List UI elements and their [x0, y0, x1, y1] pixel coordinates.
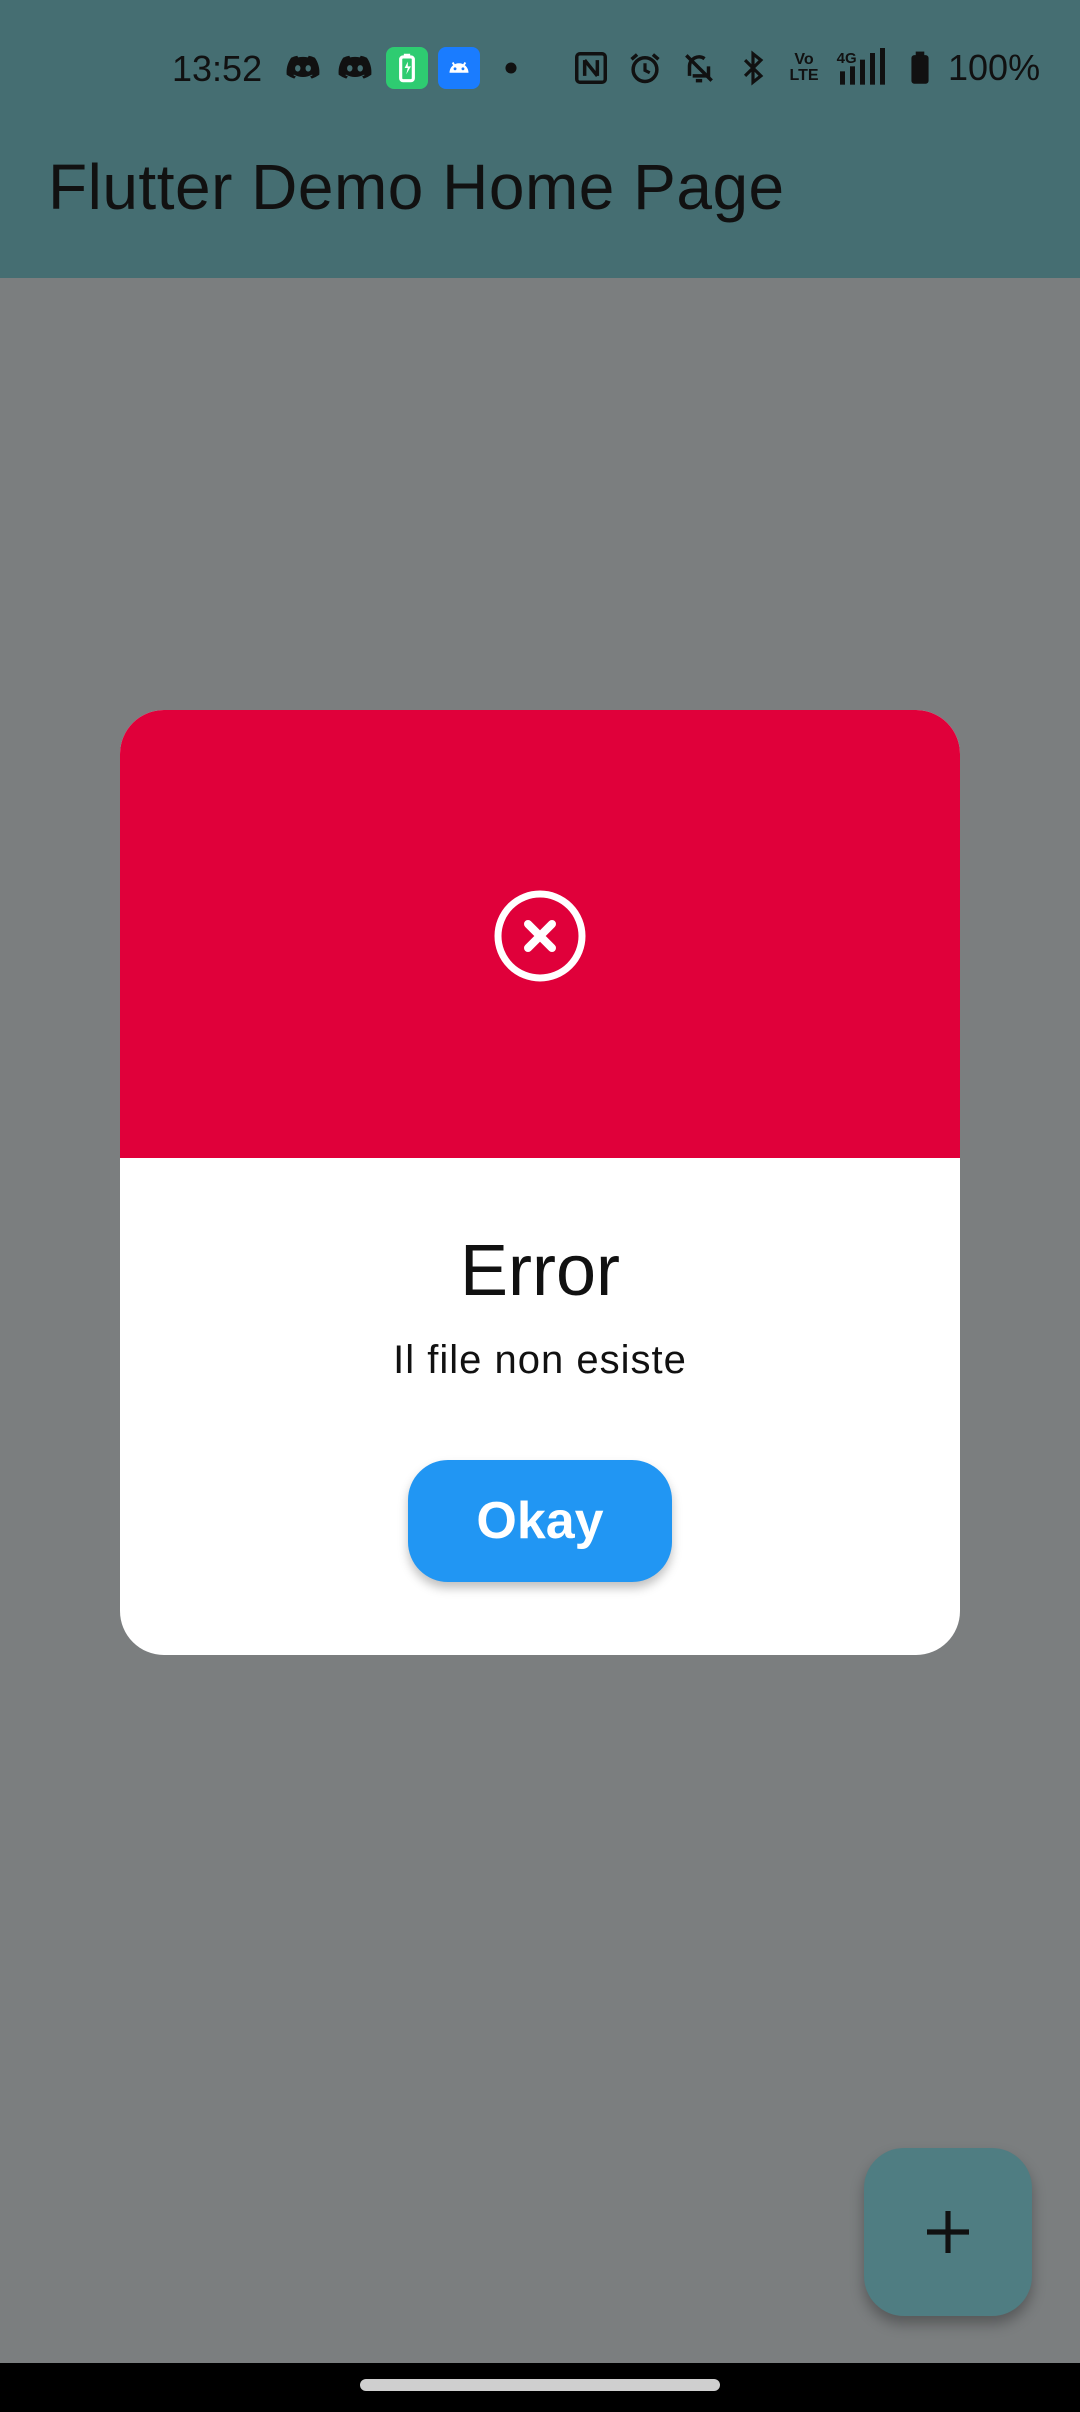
status-bar: 13:52 Vo LTE 4G 100% — [0, 0, 1080, 138]
alarm-icon — [624, 47, 666, 89]
home-gesture-handle[interactable] — [360, 2379, 720, 2391]
bell-off-icon — [678, 47, 720, 89]
dot-icon — [490, 47, 532, 89]
bluetooth-icon — [732, 47, 774, 89]
status-time: 13:52 — [172, 48, 263, 89]
battery-app-icon — [386, 47, 428, 89]
plus-icon — [927, 2211, 969, 2253]
add-fab-button[interactable] — [864, 2148, 1032, 2316]
nfc-icon — [570, 47, 612, 89]
discord-icon — [282, 47, 324, 89]
signal-icon: 4G — [834, 47, 896, 89]
battery-icon — [908, 47, 932, 89]
status-notification-icons — [282, 46, 532, 90]
error-circle-x-icon — [494, 890, 586, 982]
network-type-label: 4G — [837, 50, 857, 67]
android-icon — [438, 47, 480, 89]
dialog-title: Error — [460, 1231, 620, 1311]
battery-percent: 100% — [948, 47, 1041, 88]
discord-icon — [334, 47, 376, 89]
dialog-header — [120, 710, 960, 1158]
status-system-icons: Vo LTE 4G 100% — [570, 46, 1040, 90]
volte-icon: Vo LTE — [789, 51, 819, 84]
dialog-message: Il file non esiste — [393, 1338, 687, 1382]
okay-button[interactable]: Okay — [408, 1460, 672, 1582]
error-dialog: Error Il file non esiste Okay — [120, 710, 960, 1655]
page-title: Flutter Demo Home Page — [48, 151, 785, 223]
